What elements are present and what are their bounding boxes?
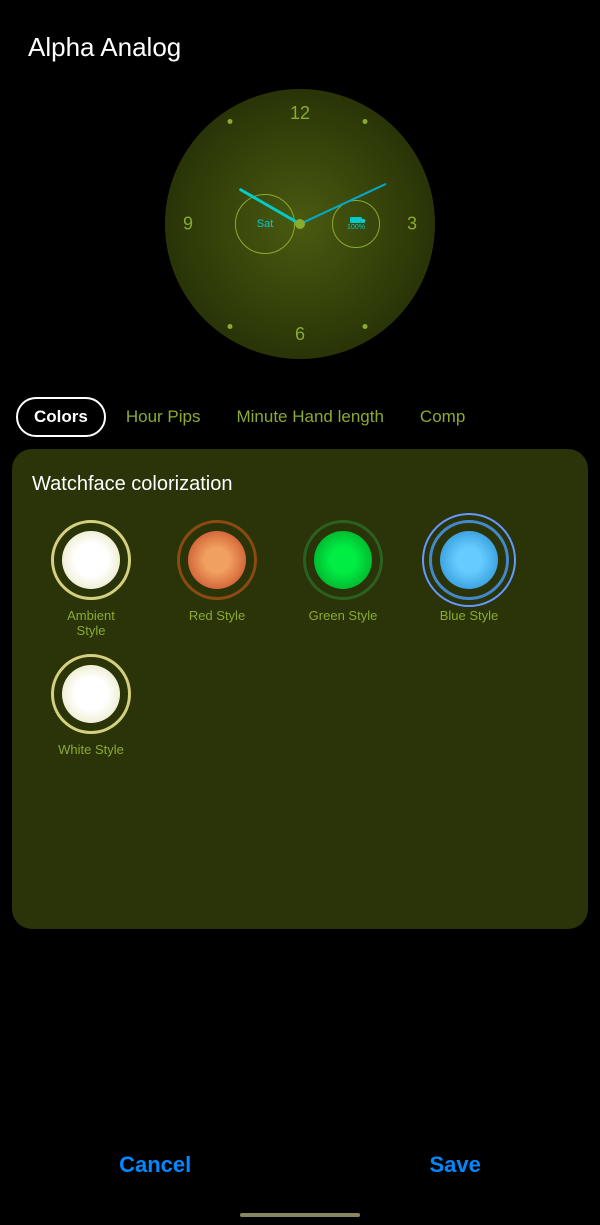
- watch-num-12: 12: [290, 103, 310, 124]
- swatch-blue-inner: [440, 531, 498, 589]
- watch-num-6: 6: [295, 324, 305, 345]
- tab-hour-pips[interactable]: Hour Pips: [110, 399, 217, 435]
- swatch-green-inner: [314, 531, 372, 589]
- swatch-green[interactable]: Green Style: [288, 520, 398, 638]
- swatch-ambient-circle: [51, 520, 131, 600]
- battery-pct: 100%: [347, 224, 365, 231]
- tab-colors[interactable]: Colors: [16, 397, 106, 437]
- swatch-blue-label: Blue Style: [440, 608, 499, 623]
- sub-dial-battery: 100%: [332, 200, 380, 248]
- swatches-grid: AmbientStyle Red Style Green Style Blue …: [32, 520, 568, 757]
- swatch-green-label: Green Style: [309, 608, 378, 623]
- watch-center: [295, 219, 305, 229]
- watch-dot-4: [228, 119, 233, 124]
- swatch-red-circle: [177, 520, 257, 600]
- swatch-ambient[interactable]: AmbientStyle: [36, 520, 146, 638]
- cancel-button[interactable]: Cancel: [79, 1140, 231, 1190]
- swatch-white-label: White Style: [58, 742, 124, 757]
- app-title: Alpha Analog: [0, 0, 600, 79]
- swatch-red-inner: [188, 531, 246, 589]
- watch-dot-2: [363, 324, 368, 329]
- swatch-white-inner: [62, 665, 120, 723]
- watch-preview: 12 3 6 9 Sat 100%: [0, 79, 600, 389]
- watch-face: 12 3 6 9 Sat 100%: [165, 89, 435, 359]
- watch-num-9: 9: [183, 214, 193, 235]
- tab-minute-hand[interactable]: Minute Hand length: [220, 399, 399, 435]
- tab-comp[interactable]: Comp: [404, 399, 481, 435]
- watch-num-3: 3: [407, 214, 417, 235]
- tabs-row: Colors Hour Pips Minute Hand length Comp: [0, 389, 600, 445]
- swatch-blue-circle: [429, 520, 509, 600]
- bottom-bar: Cancel Save: [0, 1125, 600, 1225]
- swatch-white-circle: [51, 654, 131, 734]
- swatch-ambient-inner: [62, 531, 120, 589]
- swatch-blue[interactable]: Blue Style: [414, 520, 524, 638]
- swatch-red-label: Red Style: [189, 608, 245, 623]
- battery-icon: [350, 217, 362, 223]
- section-title: Watchface colorization: [32, 473, 568, 496]
- swatch-green-circle: [303, 520, 383, 600]
- swatch-white[interactable]: White Style: [36, 654, 146, 757]
- content-panel: Watchface colorization AmbientStyle Red …: [12, 449, 588, 929]
- watch-dot-3: [228, 324, 233, 329]
- home-indicator: [240, 1213, 360, 1217]
- watch-dot-1: [363, 119, 368, 124]
- day-label: Sat: [257, 218, 274, 230]
- swatch-ambient-label: AmbientStyle: [67, 608, 115, 638]
- save-button[interactable]: Save: [389, 1140, 520, 1190]
- swatch-red[interactable]: Red Style: [162, 520, 272, 638]
